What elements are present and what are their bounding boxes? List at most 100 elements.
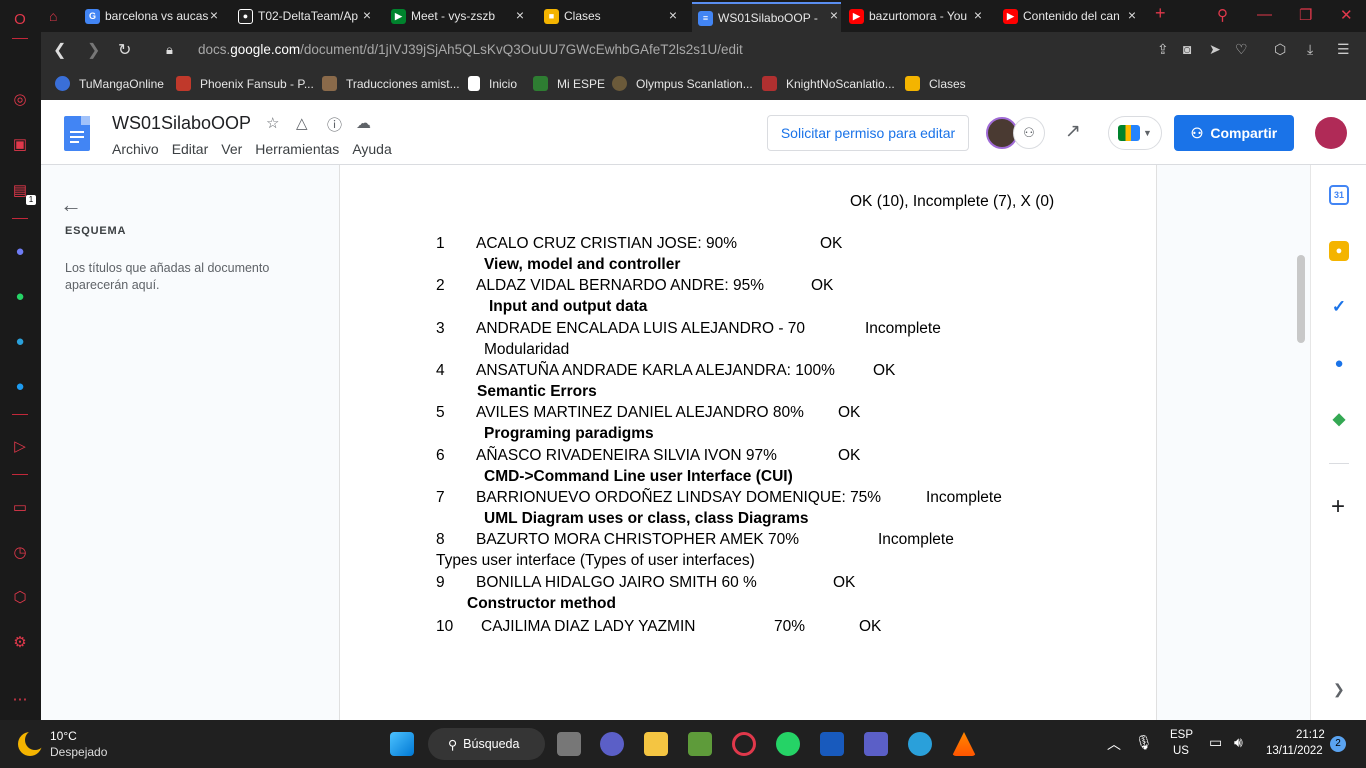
add-apps-icon[interactable]: + bbox=[1331, 493, 1345, 521]
menu-ver[interactable]: Ver bbox=[221, 141, 242, 157]
volume-icon[interactable]: 🔊︎ bbox=[1234, 734, 1243, 751]
close-tab-icon[interactable]: × bbox=[513, 8, 527, 22]
info-icon[interactable]: ⓘ bbox=[327, 114, 342, 135]
history-icon[interactable]: ◷ bbox=[9, 541, 31, 563]
expand-panel-icon[interactable]: ❯ bbox=[1333, 681, 1345, 698]
keep-icon[interactable]: ● bbox=[1329, 241, 1349, 261]
tab-1[interactable]: G barcelona vs aucas × bbox=[85, 4, 221, 28]
send-icon[interactable]: ➤ bbox=[1209, 41, 1221, 58]
close-tab-icon[interactable]: × bbox=[1125, 8, 1139, 22]
messenger-icon[interactable]: ● bbox=[9, 240, 31, 262]
moon-weather-icon[interactable] bbox=[18, 730, 45, 756]
star-icon[interactable]: ☆ bbox=[266, 114, 279, 132]
cube-icon[interactable]: ⬡ bbox=[1274, 41, 1286, 58]
chat-icon[interactable] bbox=[600, 732, 624, 756]
start-icon[interactable] bbox=[390, 732, 414, 756]
twitter-icon[interactable]: ● bbox=[9, 375, 31, 397]
tab-7[interactable]: ▶ Contenido del can × bbox=[1003, 4, 1139, 28]
meet-button[interactable]: ▼ bbox=[1108, 116, 1162, 150]
bookmark-item[interactable]: Mi ESPE bbox=[533, 76, 605, 91]
network-icon[interactable]: ▭ bbox=[1209, 734, 1222, 751]
close-tab-icon[interactable]: × bbox=[207, 8, 221, 22]
whatsapp-icon[interactable]: ● bbox=[9, 285, 31, 307]
document-title[interactable]: WS01SilaboOOP bbox=[112, 113, 251, 134]
show-hidden-icons-icon[interactable]: ︿ bbox=[1107, 734, 1121, 754]
bag-icon[interactable]: ▣ bbox=[9, 133, 31, 155]
close-tab-icon[interactable]: × bbox=[360, 8, 374, 22]
tab-2[interactable]: ● T02-DeltaTeam/Ap × bbox=[238, 4, 374, 28]
share-page-icon[interactable]: ⇪ bbox=[1157, 41, 1169, 58]
document-page[interactable]: OK (10), Incomplete (7), X (0) 1 ACALO C… bbox=[339, 165, 1157, 720]
menu-archivo[interactable]: Archivo bbox=[112, 141, 159, 157]
microphone-icon[interactable]: 🎙︎ bbox=[1135, 734, 1153, 751]
clock-date[interactable]: 13/11/2022 bbox=[1266, 745, 1323, 757]
opera-taskbar-icon[interactable] bbox=[732, 732, 756, 756]
maps-icon[interactable]: ◆ bbox=[1329, 409, 1349, 429]
clock-time[interactable]: 21:12 bbox=[1296, 729, 1325, 741]
search-button[interactable]: ⚲ Búsqueda bbox=[428, 728, 545, 760]
bookmark-item[interactable]: Clases bbox=[905, 76, 966, 91]
close-window-icon[interactable]: ✕ bbox=[1340, 6, 1353, 24]
player-icon[interactable]: ▷ bbox=[9, 435, 31, 457]
tab-3[interactable]: ▶ Meet - vys-zszb × bbox=[391, 4, 527, 28]
tab-4[interactable]: ■ Clases × bbox=[544, 4, 680, 28]
file-explorer-icon[interactable] bbox=[644, 732, 668, 756]
bookmark-item[interactable]: Inicio bbox=[468, 76, 517, 91]
close-tab-icon[interactable]: × bbox=[971, 8, 985, 22]
tasks-icon[interactable]: ✓ bbox=[1329, 297, 1349, 317]
account-avatar[interactable] bbox=[1315, 117, 1347, 149]
download-icon[interactable]: ⤓ bbox=[1307, 41, 1313, 58]
share-button[interactable]: ⚇ Compartir bbox=[1174, 115, 1294, 151]
close-outline-icon[interactable]: ← bbox=[60, 192, 82, 218]
word-icon[interactable] bbox=[820, 732, 844, 756]
easy-setup-icon[interactable]: ☰ bbox=[1337, 41, 1350, 58]
close-tab-icon[interactable]: × bbox=[666, 8, 680, 22]
task-view-icon[interactable] bbox=[557, 732, 581, 756]
calendar-icon[interactable]: 31 bbox=[1329, 185, 1349, 205]
new-tab-icon[interactable]: + bbox=[1155, 3, 1166, 24]
bookmark-item[interactable]: KnightNoScanlatio... bbox=[762, 76, 895, 91]
snapshot-icon[interactable]: ▭ bbox=[9, 496, 31, 518]
contacts-icon[interactable]: ● bbox=[1329, 353, 1349, 373]
request-edit-button[interactable]: Solicitar permiso para editar bbox=[767, 115, 969, 151]
tab-5-active[interactable]: ≡ WS01SilaboOOP - × bbox=[692, 2, 841, 32]
move-to-drive-icon[interactable]: △ bbox=[296, 114, 308, 132]
keyboard-region[interactable]: US bbox=[1173, 745, 1189, 757]
bookmark-item[interactable]: TuMangaOnline bbox=[55, 76, 164, 91]
docs-logo-icon[interactable] bbox=[64, 116, 90, 151]
camera-icon[interactable]: ◙ bbox=[1183, 41, 1191, 57]
bookmark-item[interactable]: Olympus Scanlation... bbox=[612, 76, 753, 91]
minimize-icon[interactable]: — bbox=[1257, 6, 1272, 23]
vlc-icon[interactable] bbox=[952, 732, 976, 756]
extensions-icon[interactable]: ⬡ bbox=[9, 586, 31, 608]
tab-6[interactable]: ▶ bazurtomora - You × bbox=[849, 4, 985, 28]
scrollbar-thumb[interactable] bbox=[1297, 255, 1305, 343]
menu-ayuda[interactable]: Ayuda bbox=[352, 141, 391, 157]
notification-badge[interactable]: 2 bbox=[1330, 736, 1346, 752]
heart-icon[interactable]: ♡ bbox=[1235, 41, 1248, 58]
forward-icon[interactable]: ❯ bbox=[87, 40, 100, 60]
opera-logo-icon[interactable]: O bbox=[9, 8, 31, 30]
minecraft-icon[interactable] bbox=[688, 732, 712, 756]
back-icon[interactable]: ❮ bbox=[53, 40, 66, 60]
activity-trend-icon[interactable]: ↗ bbox=[1065, 120, 1081, 143]
speed-dial-icon[interactable]: ◎ bbox=[9, 88, 31, 110]
menu-herramientas[interactable]: Herramientas bbox=[255, 141, 339, 157]
close-tab-icon[interactable]: × bbox=[827, 8, 841, 22]
url-field[interactable]: docs.google.com/document/d/1jIVJ39jSjAh5… bbox=[198, 42, 743, 57]
search-tabs-icon[interactable]: ⚲ bbox=[1217, 6, 1228, 24]
telegram-icon[interactable]: ● bbox=[9, 330, 31, 352]
language[interactable]: ESP bbox=[1170, 729, 1193, 741]
anonymous-viewers-icon[interactable]: ⚇ bbox=[1013, 117, 1045, 149]
bookmark-item[interactable]: Traducciones amist... bbox=[322, 76, 460, 91]
settings-icon[interactable]: ⚙ bbox=[9, 631, 31, 653]
workspaces-icon[interactable]: ⌂ bbox=[49, 4, 79, 28]
whatsapp-taskbar-icon[interactable] bbox=[776, 732, 800, 756]
maximize-icon[interactable]: ❐ bbox=[1299, 6, 1312, 24]
reload-icon[interactable]: ↻ bbox=[118, 40, 131, 60]
menu-editar[interactable]: Editar bbox=[172, 141, 209, 157]
telegram-taskbar-icon[interactable] bbox=[908, 732, 932, 756]
bookmark-item[interactable]: Phoenix Fansub - P... bbox=[176, 76, 314, 91]
more-icon[interactable]: ⋯ bbox=[9, 688, 31, 710]
teams-icon[interactable] bbox=[864, 732, 888, 756]
